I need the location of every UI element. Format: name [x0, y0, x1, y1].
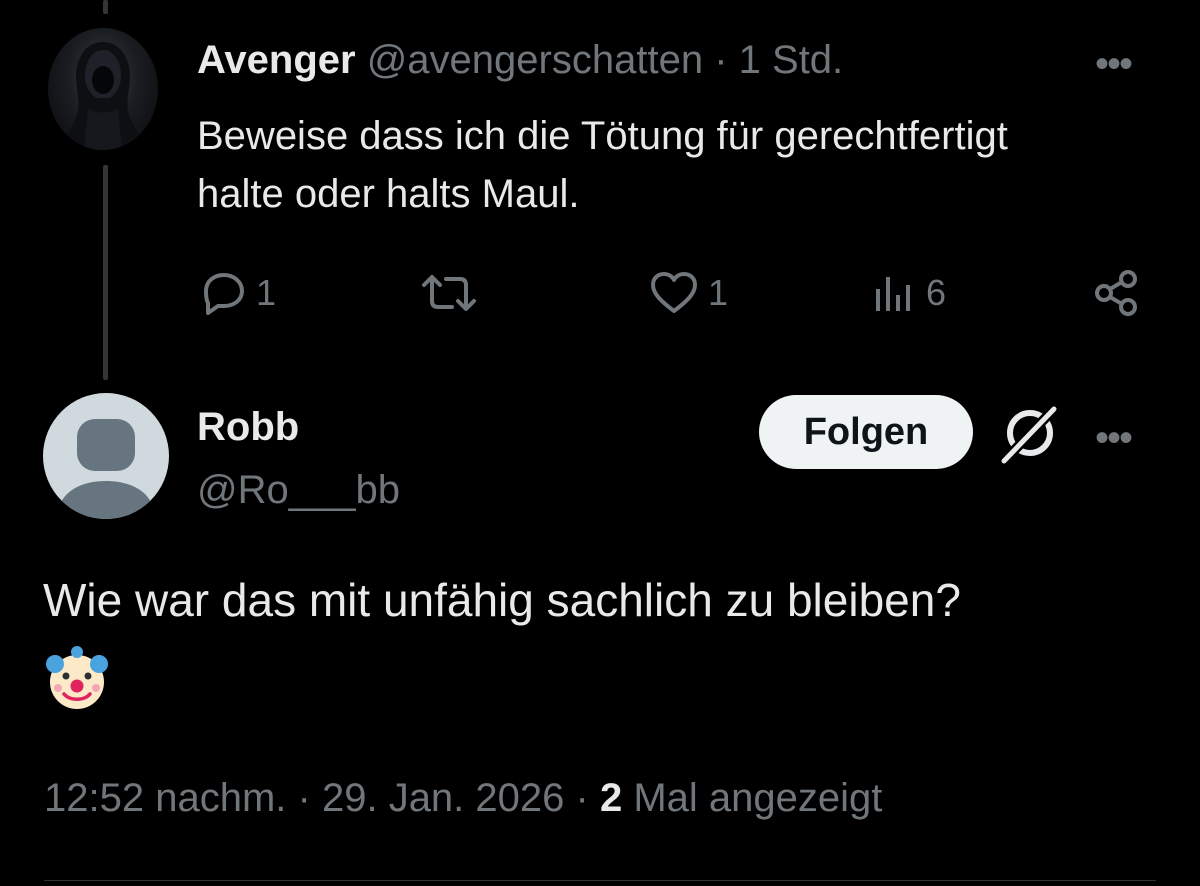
grok-icon[interactable] [998, 403, 1062, 465]
separator: · [714, 38, 728, 82]
thread-connector-top [103, 0, 108, 14]
views-button[interactable]: 6 [872, 268, 946, 318]
reply-icon [204, 273, 244, 315]
main-tweet-text: Wie war das mit unfähig sachlich zu blei… [43, 574, 961, 626]
like-icon [651, 272, 697, 313]
divider [44, 880, 1156, 881]
views-icon [876, 277, 910, 311]
separator: · [297, 776, 311, 820]
avatar-avenger[interactable] [48, 28, 158, 150]
tweet-time[interactable]: 1 Std. [739, 38, 844, 82]
tweet-footer: 12:52 nachm. · 29. Jan. 2026 · 2 Mal ang… [44, 776, 882, 821]
author-handle[interactable]: @avengerschatten [367, 38, 703, 82]
like-count: 1 [708, 272, 729, 313]
like-button[interactable]: 1 [648, 268, 728, 318]
author-name[interactable]: Avenger [197, 38, 356, 82]
separator: · [575, 776, 589, 820]
tweet-time[interactable]: 12:52 nachm. [44, 776, 286, 820]
parent-tweet-text: Beweise dass ich die Tötung für gerechtf… [197, 114, 1008, 216]
follow-button[interactable]: Folgen [759, 395, 973, 469]
thread-connector [103, 165, 108, 380]
avatar-robb[interactable] [43, 393, 169, 519]
repost-icon [422, 275, 476, 311]
view-label: Mal angezeigt [633, 776, 883, 820]
parent-more-icon[interactable]: ••• [1095, 44, 1133, 84]
main-more-icon[interactable]: ••• [1095, 418, 1133, 458]
reply-button[interactable]: 1 [198, 268, 276, 318]
author-handle[interactable]: @Ro___bb [197, 468, 400, 513]
views-count: 6 [926, 272, 947, 313]
share-icon [1095, 270, 1137, 316]
parent-author-line: Avenger @avengerschatten · 1 Std. [197, 38, 843, 83]
share-button[interactable] [1092, 268, 1142, 318]
repost-button[interactable] [418, 268, 488, 318]
tweet-date[interactable]: 29. Jan. 2026 [322, 776, 564, 820]
view-count: 2 [599, 776, 623, 820]
clown-emoji-icon [46, 646, 108, 709]
hooded-figure-icon [60, 42, 146, 150]
reply-count: 1 [256, 272, 277, 313]
author-name[interactable]: Robb [197, 405, 299, 450]
default-avatar-icon [57, 419, 155, 519]
